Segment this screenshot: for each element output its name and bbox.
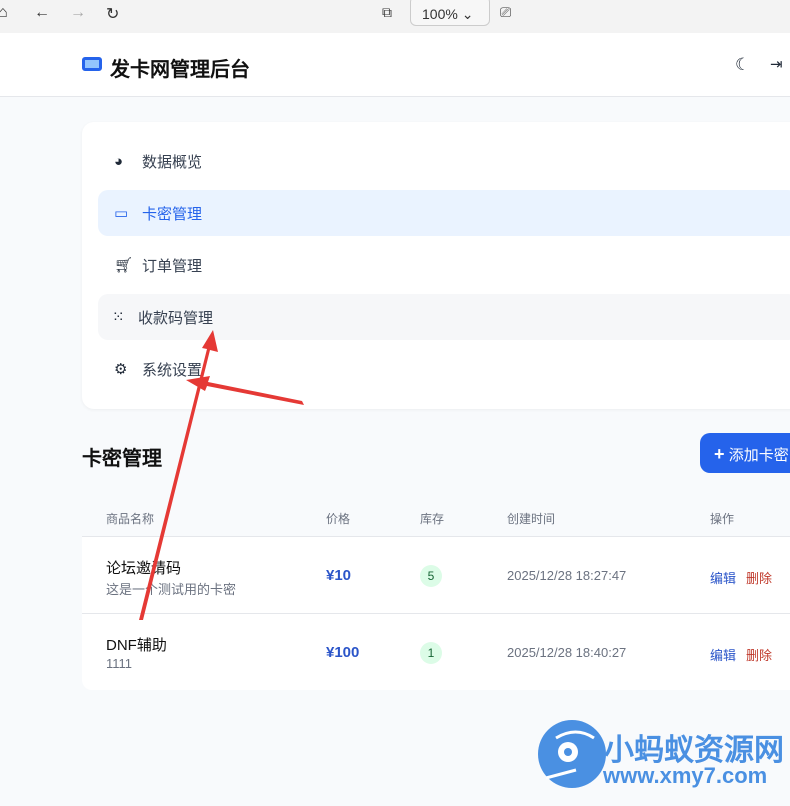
watermark-logo [538,720,606,788]
watermark-url: www.xmy7.com [603,763,768,788]
annotation-arrow-up [139,330,218,620]
annotation-arrow-left [186,376,304,405]
annotation-arrows [139,330,304,620]
